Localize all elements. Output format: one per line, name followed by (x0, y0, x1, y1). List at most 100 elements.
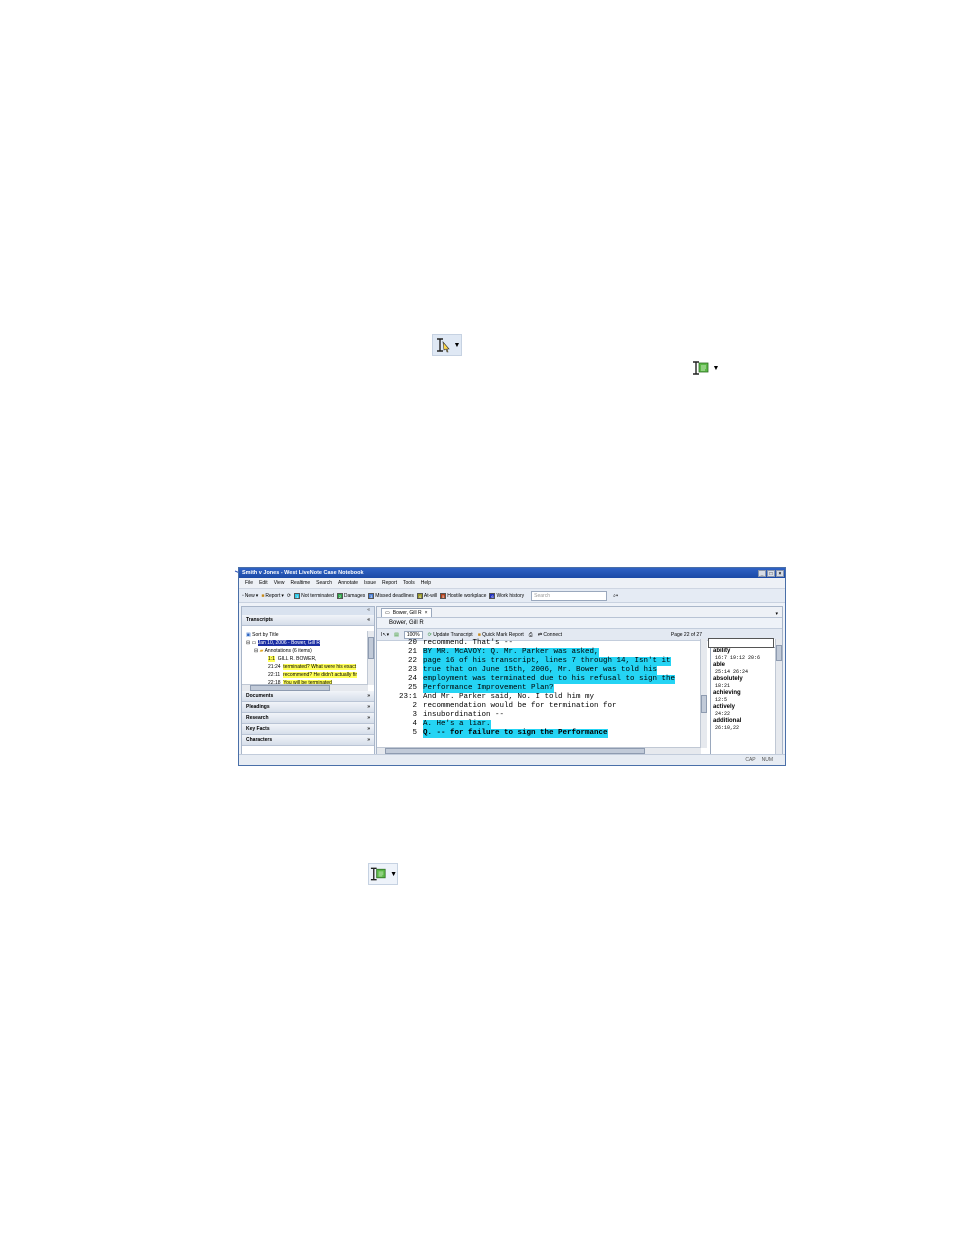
chevron-down-icon: » (367, 737, 370, 743)
connect-icon: ⇄ (537, 631, 543, 638)
menu-file[interactable]: File (245, 580, 253, 586)
app-window: Smith v Jones - West LiveNote Case Noteb… (238, 567, 786, 766)
pleadings-header[interactable]: Pleadings» (242, 702, 374, 713)
status-cap: CAP (745, 757, 756, 763)
chevron-down-icon: » (367, 715, 370, 721)
report-button[interactable]: ■ Report ▾ (261, 593, 284, 599)
transcript-line[interactable]: 21 BY MR. McAVOY: Q. Mr. Parker was aske… (377, 648, 707, 657)
menu-tools[interactable]: Tools (403, 580, 415, 586)
key-facts-header[interactable]: Key Facts» (242, 724, 374, 735)
issue-button-1[interactable]: 1 Not terminated (294, 592, 334, 599)
tree-vscrollbar[interactable] (367, 631, 374, 685)
menu-realtime[interactable]: Realtime (290, 580, 310, 586)
chevron-down-icon: » (367, 726, 370, 732)
index-word[interactable]: able (711, 662, 782, 669)
characters-header[interactable]: Characters» (242, 735, 374, 746)
transcript-line[interactable]: 23 true that on June 15th, 2006, Mr. Bowe… (377, 666, 707, 675)
window-title: Smith v Jones - West LiveNote Case Noteb… (242, 570, 364, 576)
close-tab-icon[interactable]: × (425, 610, 428, 616)
search-icon[interactable]: ⌕▾ (613, 593, 618, 599)
status-bar: CAP NUM (239, 754, 785, 765)
note-icon[interactable]: ▤ (394, 632, 399, 638)
transcript-text: 20 recommend. That's -- 21 BY MR. McAVOY:… (377, 639, 707, 754)
transcript-line[interactable]: 2 recommendation would be for termination… (377, 702, 707, 711)
index-word[interactable]: actively (711, 704, 782, 711)
print-icon[interactable]: ⎙ (529, 632, 533, 638)
index-refs[interactable]: 18:21 (711, 683, 782, 690)
issue-button-4[interactable]: 4 At-will (416, 592, 437, 599)
index-filter-select[interactable] (708, 638, 774, 648)
tab-bower[interactable]: ▭ Bower, Gill R × (381, 608, 432, 617)
ibeam-annotate-icon[interactable]: I↖▾ (381, 632, 389, 638)
report-icon: ■ (261, 592, 265, 599)
zoom-select[interactable]: 100% (403, 630, 423, 639)
transcripts-header[interactable]: Transcripts « (242, 615, 374, 626)
issue-button-3[interactable]: 3 Missed deadlines (368, 592, 414, 599)
menu-report[interactable]: Report (382, 580, 397, 586)
minimize-button[interactable]: _ (758, 569, 766, 577)
transcript-line[interactable]: 5 Q. -- for failure to sign the Performa… (377, 729, 707, 738)
search-input[interactable]: Search (531, 590, 608, 601)
index-vscrollbar[interactable] (775, 639, 782, 754)
status-num: NUM (761, 757, 773, 763)
depo-node[interactable]: ⊟ ▭ Jan 10, 2006 - Bower, Gill R (242, 639, 374, 647)
issue-button-6[interactable]: 6 Work history (489, 592, 524, 599)
transcript-icon: ▭ (251, 640, 257, 646)
index-refs[interactable]: 26:10,22 (711, 725, 782, 732)
index-word[interactable]: absolutely (711, 676, 782, 683)
chevron-down-icon: » (367, 704, 370, 710)
tree-hscrollbar[interactable] (242, 684, 368, 691)
connect-button[interactable]: ⇄ Connect (538, 632, 562, 638)
documents-header[interactable]: Documents» (242, 691, 374, 702)
menu-edit[interactable]: Edit (259, 580, 268, 586)
index-refs[interactable]: 25:14 26:24 (711, 669, 782, 676)
issue-button-5[interactable]: 5 Hostile workplace (440, 592, 486, 599)
index-refs[interactable]: 24:22 (711, 711, 782, 718)
index-refs[interactable]: 12:5 (711, 697, 782, 704)
annotation-item[interactable]: 1:1 GILL R. BOWER, (242, 655, 374, 663)
menu-view[interactable]: View (274, 580, 285, 586)
menu-issue[interactable]: Issue (364, 580, 376, 586)
index-word[interactable]: ability (711, 648, 782, 655)
transcript-line[interactable]: 4 A. He's a liar. (377, 720, 707, 729)
menu-bar: File Edit View Realtime Search Annotate … (239, 578, 785, 589)
tab-list-icon[interactable]: ▾ (775, 611, 778, 617)
annotations-node[interactable]: ⊟ ▰ Annotations (6 items) (242, 647, 374, 655)
transcript-panel: ▭ Bower, Gill R × ▾ Bower, Gill R I↖▾ ▤ 10… (376, 606, 783, 755)
transcript-icon: ▭ (385, 610, 390, 616)
maximize-button[interactable]: □ (767, 569, 775, 577)
sort-link[interactable]: ▣ Sort by Title (242, 631, 374, 639)
research-header[interactable]: Research» (242, 713, 374, 724)
sort-icon: ▣ (246, 632, 251, 638)
left-panel: « Transcripts « ▣ Sort by Title ⊟ ▭ Jan 1… (241, 606, 375, 755)
transcript-line[interactable]: 25 Performance Improvement Plan? (377, 684, 707, 693)
page-indicator: Page 22 of 27 (670, 631, 702, 638)
main-toolbar: ▫ New ▾ ■ Report ▾ ⟳ 1 Not terminated 2 Damage… (239, 589, 785, 603)
folder-icon: ▰ (259, 648, 264, 654)
annotation-item[interactable]: 21:24 terminated? What were his exact (242, 663, 374, 671)
refresh-icon[interactable]: ⟳ (287, 593, 291, 599)
menu-search[interactable]: Search (316, 580, 332, 586)
menu-annotate[interactable]: Annotate (338, 580, 358, 586)
transcript-line[interactable]: 3 insubordination -- (377, 711, 707, 720)
new-button[interactable]: ▫ New ▾ (242, 593, 258, 599)
report-icon: ■ (477, 631, 481, 638)
transcript-vscrollbar[interactable] (700, 639, 707, 748)
transcript-line[interactable]: 22 page 16 of his transcript, lines 7 thr… (377, 657, 707, 666)
collapse-panel-button[interactable]: « (242, 607, 374, 615)
transcript-line[interactable]: 24 employment was terminated due to his r… (377, 675, 707, 684)
transcript-line[interactable]: 20 recommend. That's -- (377, 639, 707, 648)
issue-button-2[interactable]: 2 Damages (336, 592, 365, 599)
close-button[interactable]: × (776, 569, 784, 577)
annotation-item[interactable]: 22:11 recommend? He didn't actually fir (242, 671, 374, 679)
chevron-down-icon: » (367, 693, 370, 699)
transcript-line[interactable]: 23:1 And Mr. Parker said, No. I told him… (377, 693, 707, 702)
transcript-hscrollbar[interactable] (377, 747, 701, 754)
index-word[interactable]: achieving (711, 690, 782, 697)
index-word[interactable]: additional (711, 718, 782, 725)
quick-mark-report-button[interactable]: ■ Quick Mark Report (478, 632, 524, 638)
menu-help[interactable]: Help (421, 580, 431, 586)
update-transcript-button[interactable]: ⟳ Update Transcript (428, 632, 473, 638)
chevron-up-icon: « (367, 617, 370, 623)
index-refs[interactable]: 16:7 19:12 20:6 (711, 655, 782, 662)
